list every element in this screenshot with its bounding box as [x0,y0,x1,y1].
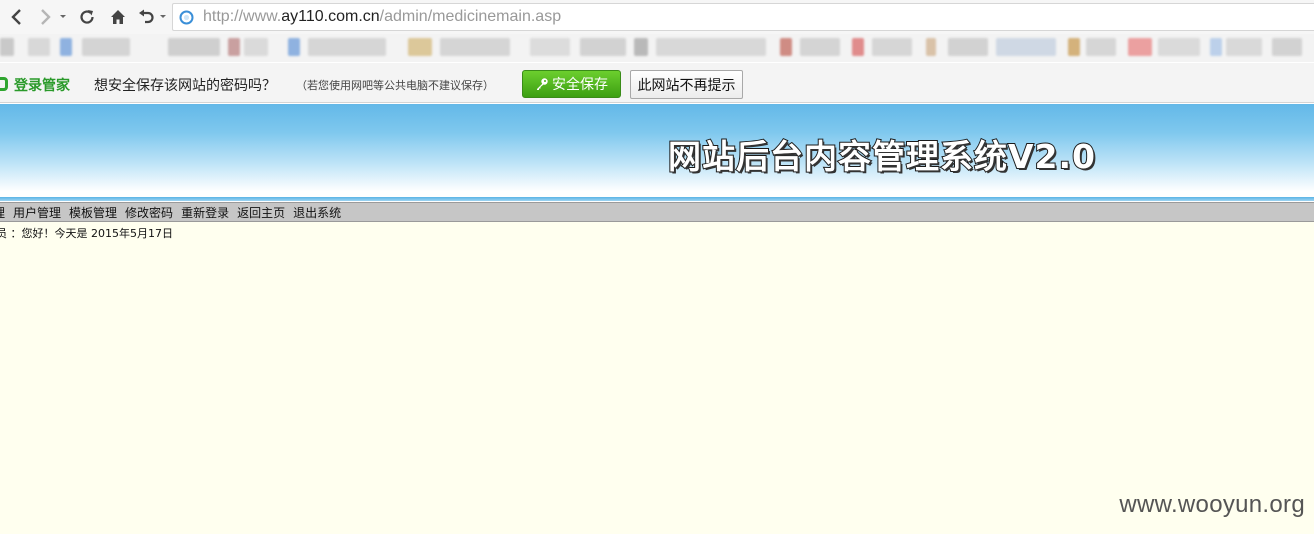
welcome-message: 员 ：您好！今天是 2015年5月17日 [0,227,173,240]
menu-item-template-management[interactable]: 模板管理 [69,204,117,221]
menu-item-home[interactable]: 返回主页 [237,204,285,221]
watermark: www.wooyun.org [1119,491,1305,518]
history-dropdown[interactable] [58,4,68,30]
url-domain: ay110.com.cn [281,8,380,25]
url-text: http://www.ay110.com.cn/admin/medicinema… [203,8,561,26]
admin-menu-bar: 理 用户管理 模板管理 修改密码 重新登录 返回主页 退出系统 [0,202,1314,222]
menu-item-partial[interactable]: 理 [0,204,5,221]
key-icon [537,78,548,90]
browser-toolbar: http://www.ay110.com.cn/admin/medicinema… [0,0,1314,34]
site-banner [0,104,1314,199]
save-password-button[interactable]: 安全保存 [522,70,621,98]
reload-icon [80,10,94,24]
banner-divider [0,197,1314,201]
password-manager-label: 登录管家 [14,77,70,93]
reload-button[interactable] [76,4,98,30]
back-button[interactable] [6,4,28,30]
chevron-down-icon [60,15,66,18]
menu-item-logout[interactable]: 退出系统 [293,204,341,221]
password-save-note: （若您使用网吧等公共电脑不建议保存） [296,80,494,92]
url-scheme: http://www. [203,8,282,25]
home-icon [111,10,125,24]
forward-button[interactable] [34,4,56,30]
undo-dropdown[interactable] [158,4,168,30]
back-arrow-icon [11,9,21,25]
chevron-down-icon [160,15,166,18]
forward-arrow-icon [41,9,51,25]
undo-icon [139,9,154,24]
home-button[interactable] [107,4,129,30]
menu-item-relogin[interactable]: 重新登录 [181,204,229,221]
password-save-question: 想安全保存该网站的密码吗？ [94,77,276,93]
save-password-label: 安全保存 [552,76,608,92]
banner-title: 网站后台内容管理系统V2.0 [667,136,1096,177]
password-manager-icon [0,77,8,91]
main-content: 员 ：您好！今天是 2015年5月17日 www.wooyun.org [0,222,1314,534]
menu-item-change-password[interactable]: 修改密码 [125,204,173,221]
page-security-icon [179,10,194,25]
undo-close-button[interactable] [136,4,156,30]
never-prompt-button[interactable]: 此网站不再提示 [630,70,743,99]
url-path: /admin/medicinemain.asp [379,8,562,25]
password-save-bar: 登录管家 想安全保存该网站的密码吗？ （若您使用网吧等公共电脑不建议保存） 安全… [0,63,1314,103]
menu-item-user-management[interactable]: 用户管理 [13,204,61,221]
bookmarks-bar-blurred [0,34,1314,62]
address-bar[interactable]: http://www.ay110.com.cn/admin/medicinema… [172,3,1314,31]
